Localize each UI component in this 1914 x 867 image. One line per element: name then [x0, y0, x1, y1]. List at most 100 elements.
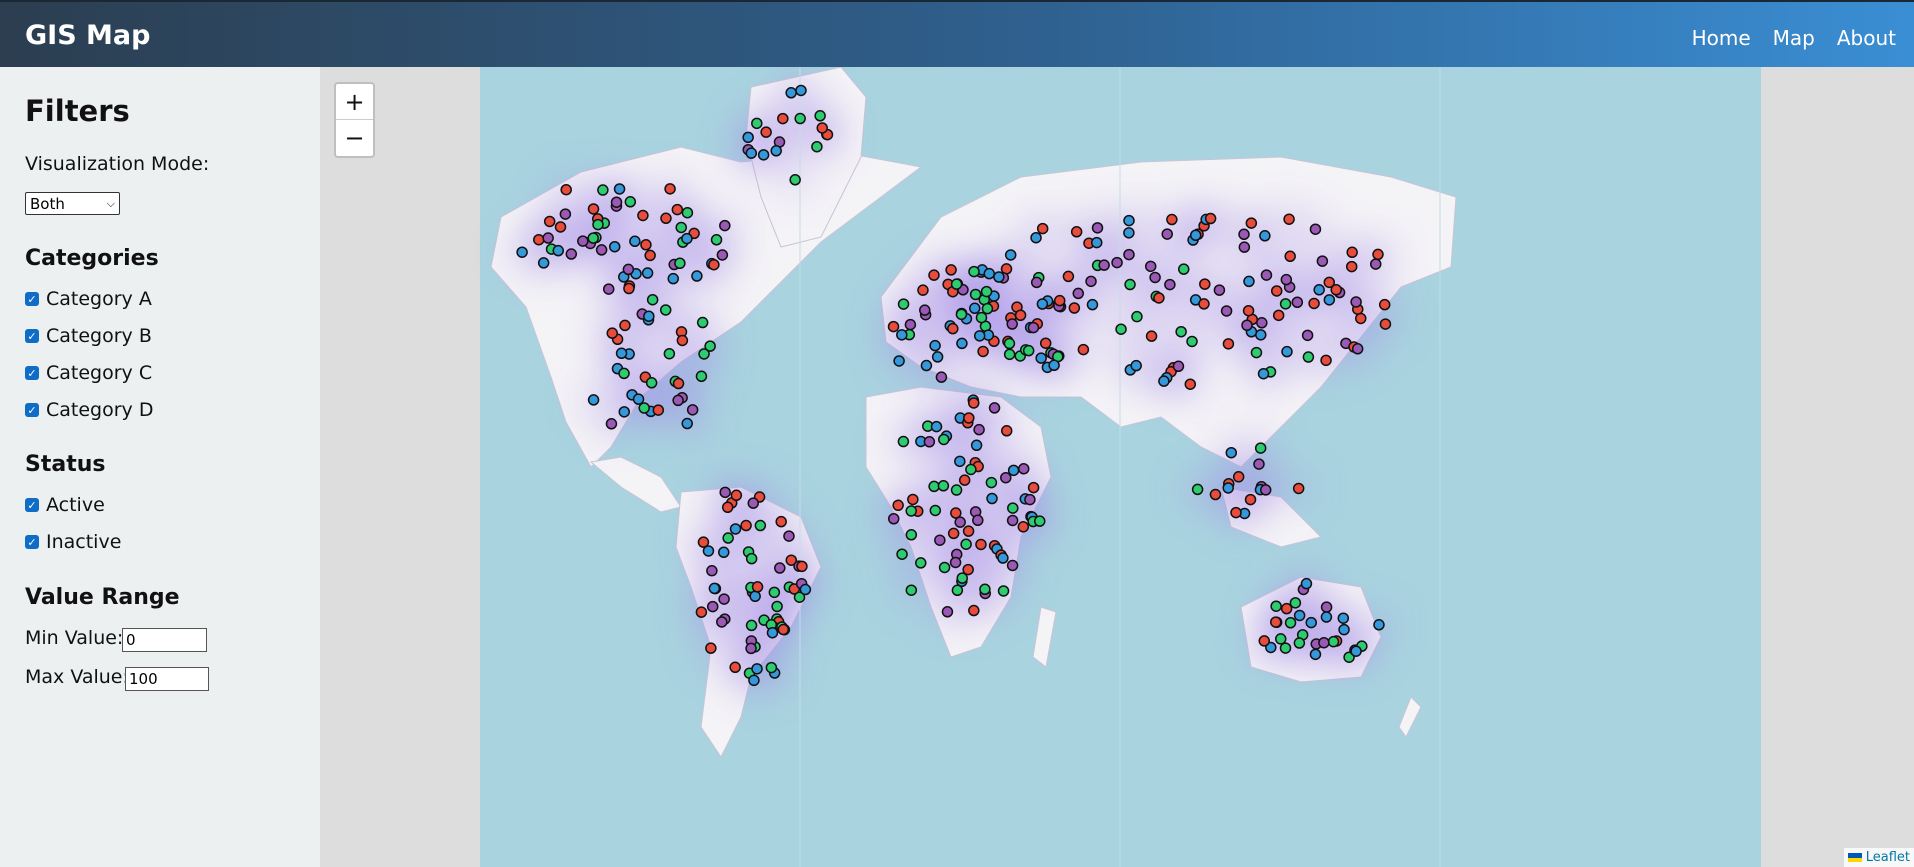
map-marker[interactable]: [1351, 343, 1364, 355]
checkbox-checked-icon[interactable]: ✓: [25, 292, 39, 306]
map-marker[interactable]: [1166, 213, 1178, 226]
map-marker[interactable]: [771, 600, 783, 613]
map-marker[interactable]: [695, 606, 708, 618]
map-marker[interactable]: [708, 582, 721, 595]
category-a-checkbox[interactable]: ✓ Category A: [25, 288, 152, 310]
map-marker[interactable]: [794, 112, 806, 125]
map-marker[interactable]: [1189, 229, 1202, 242]
map-marker[interactable]: [751, 117, 763, 130]
map-marker[interactable]: [592, 218, 604, 231]
map-marker[interactable]: [1293, 609, 1306, 622]
map-marker[interactable]: [1077, 343, 1090, 356]
map-marker[interactable]: [516, 246, 528, 258]
map-marker[interactable]: [938, 433, 950, 446]
visualization-mode-select[interactable]: Both ⌵: [25, 192, 120, 215]
map-marker[interactable]: [960, 538, 972, 550]
map-marker[interactable]: [1238, 241, 1251, 253]
map-marker[interactable]: [1130, 359, 1142, 372]
map-marker[interactable]: [1316, 255, 1329, 267]
map-marker[interactable]: [722, 532, 734, 544]
map-marker[interactable]: [745, 642, 757, 655]
map-marker[interactable]: [1161, 228, 1173, 240]
map-marker[interactable]: [641, 267, 654, 279]
map-marker[interactable]: [1256, 317, 1268, 329]
map-marker[interactable]: [681, 232, 693, 245]
map-marker[interactable]: [1048, 359, 1060, 372]
map-marker[interactable]: [747, 497, 760, 509]
map-marker[interactable]: [968, 265, 980, 278]
min-value-input[interactable]: 0: [122, 628, 207, 652]
map-marker[interactable]: [1320, 611, 1333, 623]
map-marker[interactable]: [1123, 248, 1135, 261]
map-marker[interactable]: [1030, 276, 1043, 289]
map-container[interactable]: Leaflet: [321, 67, 1914, 867]
map-marker[interactable]: [618, 367, 630, 380]
map-marker[interactable]: [967, 397, 980, 409]
map-marker[interactable]: [1091, 222, 1104, 234]
map-marker[interactable]: [623, 282, 635, 295]
map-marker[interactable]: [1309, 223, 1322, 235]
map-marker[interactable]: [1158, 375, 1170, 387]
map-marker[interactable]: [1225, 446, 1238, 459]
map-marker[interactable]: [950, 278, 963, 290]
map-marker[interactable]: [1213, 284, 1226, 296]
map-marker[interactable]: [1086, 298, 1099, 311]
map-marker[interactable]: [1033, 515, 1046, 527]
map-marker[interactable]: [945, 264, 957, 276]
map-marker[interactable]: [887, 512, 900, 525]
map-marker[interactable]: [928, 269, 940, 281]
map-marker[interactable]: [920, 359, 933, 372]
map-marker[interactable]: [1053, 294, 1066, 307]
map-marker[interactable]: [729, 523, 742, 535]
map-marker[interactable]: [745, 619, 758, 632]
map-marker[interactable]: [929, 504, 942, 517]
map-marker[interactable]: [915, 557, 927, 569]
map-marker[interactable]: [664, 183, 676, 195]
map-overlay[interactable]: [321, 67, 1914, 867]
map-marker[interactable]: [997, 552, 1009, 564]
map-marker[interactable]: [1098, 259, 1110, 271]
map-marker[interactable]: [559, 208, 572, 220]
zoom-in-button[interactable]: +: [336, 84, 373, 120]
map-marker[interactable]: [719, 219, 731, 232]
map-marker[interactable]: [1072, 287, 1085, 300]
map-marker[interactable]: [1350, 645, 1362, 657]
map-marker[interactable]: [644, 249, 656, 262]
map-marker[interactable]: [710, 234, 723, 246]
map-marker[interactable]: [955, 308, 968, 321]
map-marker[interactable]: [956, 337, 968, 350]
map-marker[interactable]: [646, 293, 659, 306]
map-marker[interactable]: [1039, 337, 1052, 349]
map-marker[interactable]: [774, 562, 786, 574]
map-marker[interactable]: [1068, 302, 1081, 314]
map-marker[interactable]: [968, 604, 980, 617]
map-marker[interactable]: [1018, 463, 1030, 475]
map-marker[interactable]: [691, 270, 703, 282]
map-marker[interactable]: [645, 377, 658, 389]
map-marker[interactable]: [1259, 484, 1272, 496]
map-marker[interactable]: [1222, 338, 1235, 350]
map-marker[interactable]: [608, 240, 621, 253]
map-marker[interactable]: [917, 284, 929, 296]
map-marker[interactable]: [970, 439, 983, 452]
map-marker[interactable]: [1274, 633, 1287, 645]
map-marker[interactable]: [1172, 360, 1185, 373]
map-marker[interactable]: [1149, 271, 1161, 284]
checkbox-checked-icon[interactable]: ✓: [25, 366, 39, 380]
map-marker[interactable]: [1300, 577, 1313, 590]
map-marker[interactable]: [1241, 319, 1253, 332]
map-marker[interactable]: [610, 196, 623, 208]
nav-link-home[interactable]: Home: [1692, 26, 1751, 50]
map-marker[interactable]: [1035, 352, 1047, 364]
map-marker[interactable]: [730, 489, 743, 502]
map-marker[interactable]: [706, 565, 718, 577]
map-marker[interactable]: [930, 420, 943, 433]
map-marker[interactable]: [1164, 278, 1176, 291]
map-marker[interactable]: [789, 174, 801, 186]
map-marker[interactable]: [615, 347, 628, 360]
map-marker[interactable]: [1327, 635, 1340, 648]
map-marker[interactable]: [969, 302, 981, 315]
map-marker[interactable]: [1007, 464, 1020, 477]
map-marker[interactable]: [681, 417, 693, 430]
map-marker[interactable]: [681, 206, 694, 219]
